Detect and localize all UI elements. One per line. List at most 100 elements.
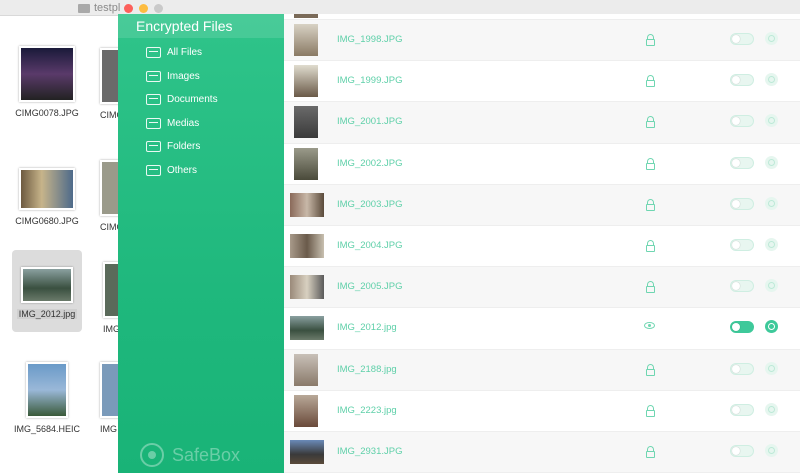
search-icon[interactable]: [765, 443, 778, 457]
photo-thumbnail: [21, 267, 73, 303]
table-row[interactable]: IMG_2002.JPG: [284, 144, 800, 185]
photo-thumbnail: [294, 394, 318, 427]
visibility-toggle[interactable]: [730, 197, 754, 210]
file-name: IMG_2005.JPG: [337, 281, 403, 293]
lock-icon: [646, 198, 655, 211]
search-icon[interactable]: [765, 237, 778, 251]
finder-item-label: IMG_2012.jpg: [16, 309, 78, 319]
file-name: IMG_2223.jpg: [337, 404, 397, 416]
table-row[interactable]: IMG_2012.jpg: [284, 308, 800, 350]
sidebar-item-all-files[interactable]: All Files: [118, 41, 284, 65]
finder-item[interactable]: CIMG0680.JPG: [2, 160, 92, 226]
file-name: IMG_2002.JPG: [337, 157, 403, 169]
sidebar-item-label: Medias: [167, 117, 200, 129]
search-icon[interactable]: [765, 73, 778, 87]
brand: SafeBox: [140, 443, 240, 467]
finder-item-label: IMG_5684.HEIC: [13, 424, 81, 434]
medias-icon: [146, 117, 161, 129]
lock-icon: [646, 239, 655, 252]
photo-thumbnail: [294, 65, 318, 98]
file-name: IMG_2001.JPG: [337, 116, 403, 128]
visibility-toggle[interactable]: [730, 238, 754, 251]
file-rows: IMG_1998.JPG IMG_1999.JPG IMG_2001.JPG IMG_…: [284, 20, 800, 473]
visibility-toggle[interactable]: [730, 280, 754, 293]
file-list: IMG_1998.JPG IMG_1999.JPG IMG_2001.JPG IMG_…: [284, 14, 800, 473]
visibility-toggle[interactable]: [730, 33, 754, 45]
search-icon[interactable]: [765, 320, 778, 334]
table-row[interactable]: IMG_1998.JPG: [284, 20, 800, 62]
file-name: IMG_2004.JPG: [337, 239, 403, 251]
lock-icon: [646, 404, 655, 417]
folder-icon: [78, 3, 90, 13]
visibility-toggle[interactable]: [730, 403, 754, 416]
sidebar-nav: All Files Images Documents Medias Folder…: [118, 38, 284, 182]
file-name: IMG_2012.jpg: [337, 322, 397, 334]
search-icon[interactable]: [765, 196, 778, 210]
finder-item-selected[interactable]: IMG_2012.jpg: [12, 250, 82, 332]
finder-item[interactable]: IMG_5684.HEIC: [2, 362, 92, 434]
sidebar-item-label: Folders: [167, 141, 201, 153]
visibility-toggle[interactable]: [730, 156, 754, 169]
sidebar-item-documents[interactable]: Documents: [118, 88, 284, 112]
table-row[interactable]: IMG_2003.JPG: [284, 184, 800, 226]
photo-thumbnail: [294, 147, 318, 180]
visibility-toggle[interactable]: [730, 74, 754, 87]
search-icon[interactable]: [765, 361, 778, 375]
table-row[interactable]: IMG_2005.JPG: [284, 267, 800, 309]
visibility-toggle[interactable]: [730, 321, 754, 334]
finder-path-label: testpl: [94, 2, 121, 14]
table-row[interactable]: IMG_2001.JPG: [284, 102, 800, 144]
sidebar-item-images[interactable]: Images: [118, 65, 284, 89]
sidebar-title: Encrypted Files: [136, 18, 233, 34]
photo-thumbnail: [26, 362, 68, 418]
close-window-button[interactable]: [124, 4, 133, 13]
sidebar-item-others[interactable]: Others: [118, 159, 284, 183]
finder-item-label: CIMG0680.JPG: [15, 216, 79, 226]
lock-icon: [646, 445, 655, 458]
photo-thumbnail: [290, 192, 324, 217]
table-row[interactable]: IMG_1999.JPG: [284, 61, 800, 103]
sidebar-item-label: Others: [167, 164, 198, 176]
sidebar-header: Encrypted Files: [118, 14, 284, 38]
others-icon: [146, 164, 161, 176]
table-row[interactable]: IMG_2223.jpg: [284, 391, 800, 432]
search-icon[interactable]: [765, 32, 778, 45]
photo-thumbnail: [290, 233, 324, 258]
lock-icon: [646, 281, 655, 294]
sidebar-item-label: All Files: [167, 47, 203, 59]
zoom-window-button[interactable]: [154, 4, 163, 13]
table-row[interactable]: IMG_2004.JPG: [284, 226, 800, 268]
sidebar-item-label: Documents: [167, 94, 218, 106]
finder-path: testpl: [78, 2, 120, 14]
visibility-toggle[interactable]: [730, 362, 754, 375]
sidebar-item-medias[interactable]: Medias: [118, 112, 284, 136]
file-name: IMG_1999.JPG: [337, 75, 403, 87]
photo-thumbnail: [294, 24, 318, 56]
images-icon: [146, 70, 161, 82]
photo-thumbnail: [294, 106, 318, 139]
visibility-toggle[interactable]: [730, 115, 754, 128]
file-name: IMG_2931.JPG: [337, 445, 403, 457]
search-icon[interactable]: [765, 114, 778, 128]
window-controls: [124, 4, 163, 13]
finder-item-label: CIMG0078.JPG: [15, 108, 79, 118]
photo-thumbnail: [294, 353, 318, 386]
photo-thumbnail: [19, 46, 75, 102]
sidebar-item-folders[interactable]: Folders: [118, 135, 284, 159]
photo-thumbnail: [290, 275, 324, 300]
finder-item[interactable]: CIMG0078.JPG: [2, 46, 92, 118]
brand-name: SafeBox: [172, 444, 241, 465]
documents-icon: [146, 94, 161, 106]
search-icon[interactable]: [765, 402, 778, 416]
table-row[interactable]: IMG_2188.jpg: [284, 349, 800, 391]
minimize-window-button[interactable]: [139, 4, 148, 13]
sidebar: Encrypted Files All Files Images Documen…: [118, 14, 284, 473]
lock-icon: [646, 34, 655, 46]
visibility-toggle[interactable]: [730, 444, 754, 457]
folders-icon: [146, 141, 161, 153]
search-icon[interactable]: [765, 279, 778, 293]
photo-thumbnail: [294, 14, 318, 18]
table-row[interactable]: IMG_2931.JPG: [284, 431, 800, 473]
search-icon[interactable]: [765, 155, 778, 169]
lock-icon: [646, 363, 655, 376]
